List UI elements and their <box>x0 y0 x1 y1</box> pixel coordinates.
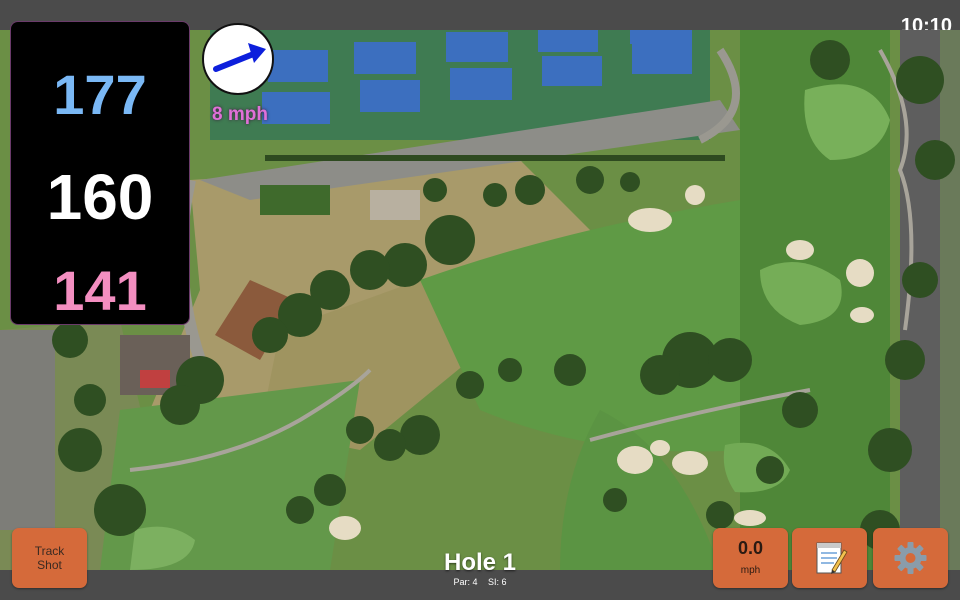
track-shot-label-line2: Shot <box>37 558 62 572</box>
hole-title: Hole 1 <box>443 549 517 576</box>
hole-stroke-index: SI: 6 <box>488 577 507 587</box>
distance-middle: 160 <box>46 161 154 233</box>
track-shot-label-line1: Track <box>34 544 65 558</box>
distance-back: 177 <box>53 63 147 126</box>
hole-par: Par: 4 <box>453 577 478 587</box>
track-shot-button[interactable]: Track Shot <box>12 528 87 588</box>
speed-value: 0.0 <box>737 538 764 558</box>
wind-indicator <box>202 23 274 95</box>
arrow-right-up-icon <box>213 43 266 72</box>
speed-button[interactable]: 0.0 mph <box>713 528 788 588</box>
distance-front: 141 <box>53 259 147 322</box>
notes-button[interactable] <box>792 528 867 588</box>
settings-button[interactable] <box>873 528 948 588</box>
notepad-icon <box>816 542 848 574</box>
speed-unit: mph <box>740 565 761 576</box>
gear-icon <box>894 542 927 574</box>
hole-details: Par: 4 SI: 6 <box>380 577 580 587</box>
distance-panel: 177 160 141 <box>11 22 189 324</box>
wind-speed-label: 8 mph <box>212 104 268 125</box>
